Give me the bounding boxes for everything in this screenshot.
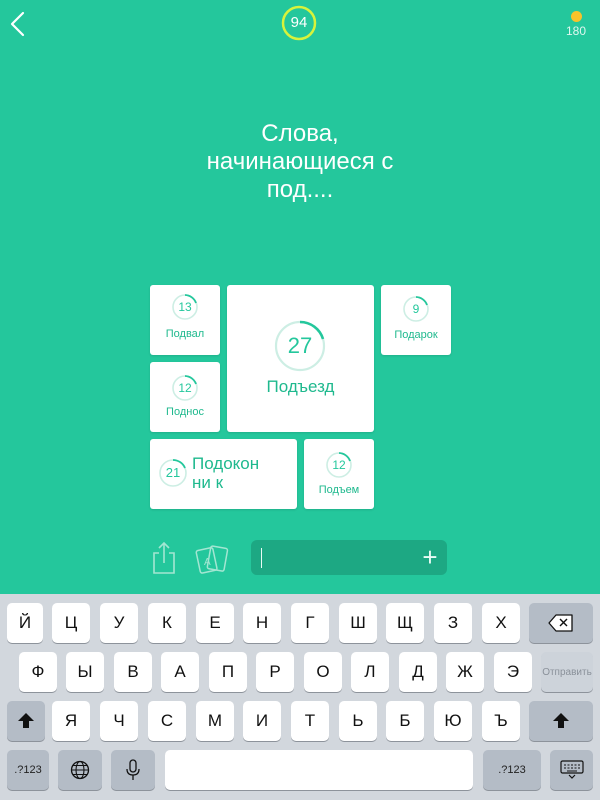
backspace-icon xyxy=(548,614,573,632)
coin-count: 180 xyxy=(565,24,587,38)
send-key[interactable]: Отправить xyxy=(541,652,593,692)
key-И[interactable]: И xyxy=(243,701,281,741)
hide-keyboard-key[interactable] xyxy=(550,750,593,790)
key-К[interactable]: К xyxy=(148,603,186,643)
microphone-key[interactable] xyxy=(111,750,155,790)
numbers-key-left[interactable]: .?123 xyxy=(7,750,49,790)
tile-word: Подъем xyxy=(318,484,360,496)
tile-count: 13 xyxy=(178,300,192,314)
globe-icon xyxy=(70,760,90,780)
key-Й[interactable]: Й xyxy=(7,603,43,643)
numbers-key-right[interactable]: .?123 xyxy=(483,750,541,790)
key-А[interactable]: А xyxy=(161,652,199,692)
key-Ь[interactable]: Ь xyxy=(339,701,377,741)
key-Б[interactable]: Б xyxy=(386,701,424,741)
key-М[interactable]: М xyxy=(196,701,234,741)
key-Г[interactable]: Г xyxy=(291,603,329,643)
svg-text:A: A xyxy=(204,557,211,568)
key-Ф[interactable]: Ф xyxy=(19,652,57,692)
answer-tile-podokonnik[interactable]: 21 Подоконни к xyxy=(150,439,297,509)
tile-word: Подоконни к xyxy=(192,454,260,492)
coin-icon xyxy=(571,11,582,22)
key-П[interactable]: П xyxy=(209,652,247,692)
top-bar: 94 180 xyxy=(0,0,600,60)
key-Ц[interactable]: Ц xyxy=(52,603,90,643)
tile-word: Поднос xyxy=(166,406,204,418)
globe-key[interactable] xyxy=(58,750,102,790)
level-number: 94 xyxy=(290,14,308,31)
question-line-3: под.... xyxy=(266,176,334,203)
answer-tile-podyem[interactable]: 12 Подъем xyxy=(304,439,374,509)
tile-word: Подъезд xyxy=(266,377,335,396)
tile-word: Подарок xyxy=(394,329,438,341)
text-caret xyxy=(261,548,262,568)
question-line-2: начинающиеся с xyxy=(206,148,394,175)
shift-icon xyxy=(553,713,569,728)
answer-tile-podarok[interactable]: 9 Подарок xyxy=(381,285,451,355)
answer-tile-podval[interactable]: 13 Подвал xyxy=(150,285,220,355)
microphone-icon xyxy=(126,759,140,780)
key-В[interactable]: В xyxy=(114,652,152,692)
key-Л[interactable]: Л xyxy=(351,652,389,692)
tile-count: 21 xyxy=(165,465,181,480)
backspace-key[interactable] xyxy=(529,603,593,643)
shift-icon xyxy=(18,713,34,728)
shift-key-right[interactable] xyxy=(529,701,593,741)
cards-icon[interactable]: A xyxy=(195,541,231,575)
key-Я[interactable]: Я xyxy=(52,701,90,741)
back-chevron-icon[interactable] xyxy=(6,10,32,38)
question-line-1: Слова, xyxy=(261,120,339,147)
key-Ш[interactable]: Ш xyxy=(339,603,377,643)
on-screen-keyboard: Й Ц У К Е Н Г Ш Щ З Х Ф Ы В А П Р О Л Д … xyxy=(0,594,600,800)
key-З[interactable]: З xyxy=(434,603,472,643)
key-Ы[interactable]: Ы xyxy=(66,652,104,692)
key-Ъ[interactable]: Ъ xyxy=(482,701,520,741)
key-Ж[interactable]: Ж xyxy=(446,652,484,692)
tile-count: 12 xyxy=(332,458,346,472)
answer-tile-podnos[interactable]: 12 Поднос xyxy=(150,362,220,432)
key-Т[interactable]: Т xyxy=(291,701,329,741)
key-Ю[interactable]: Ю xyxy=(434,701,472,741)
tile-count: 12 xyxy=(178,381,192,395)
key-Х[interactable]: Х xyxy=(482,603,520,643)
key-Р[interactable]: Р xyxy=(256,652,294,692)
share-icon[interactable] xyxy=(150,541,178,575)
tile-count: 9 xyxy=(412,302,420,316)
tile-word: Подвал xyxy=(165,328,205,340)
key-Е[interactable]: Е xyxy=(196,603,234,643)
keyboard-hide-icon xyxy=(559,760,584,779)
key-Н[interactable]: Н xyxy=(243,603,281,643)
key-У[interactable]: У xyxy=(100,603,138,643)
plus-icon[interactable]: + xyxy=(418,544,442,570)
key-Щ[interactable]: Щ xyxy=(386,603,424,643)
key-О[interactable]: О xyxy=(304,652,342,692)
key-Ч[interactable]: Ч xyxy=(100,701,138,741)
key-Д[interactable]: Д xyxy=(399,652,437,692)
space-key[interactable] xyxy=(165,750,473,790)
tile-count: 27 xyxy=(287,333,313,358)
question-text: Слова, начинающиеся с под.... xyxy=(150,120,450,204)
key-Э[interactable]: Э xyxy=(494,652,532,692)
key-С[interactable]: С xyxy=(148,701,186,741)
shift-key-left[interactable] xyxy=(7,701,45,741)
answer-tile-podyezd[interactable]: 27 Подъезд xyxy=(227,285,374,432)
